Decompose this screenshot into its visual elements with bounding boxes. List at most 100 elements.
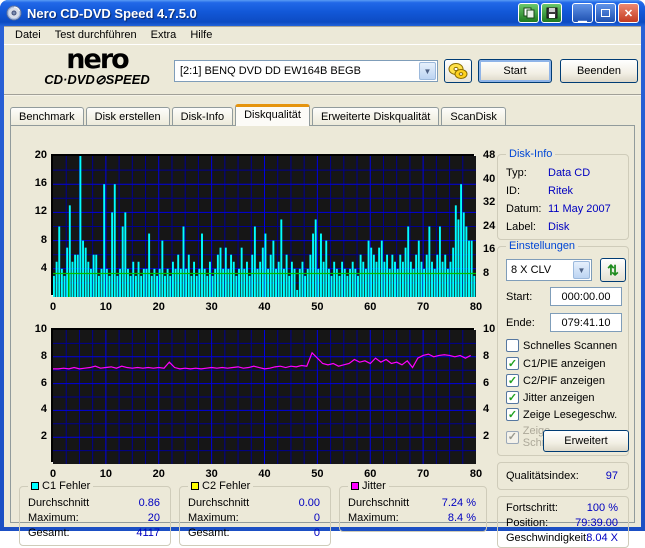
axis-tick-label: 4 <box>40 261 47 274</box>
axis-tick-label: 70 <box>417 301 430 313</box>
close-button[interactable]: ✕ <box>618 3 639 23</box>
checkbox-c2-pif-anzeigen[interactable]: ✓ C2/PIF anzeigen <box>506 374 605 387</box>
c2-avg-value: 0.00 <box>298 497 320 509</box>
start-button[interactable]: Start <box>478 59 552 83</box>
checkbox-c1-pie-anzeigen[interactable]: ✓ C1/PIE anzeigen <box>506 357 606 370</box>
disk-label-label: Label: <box>506 221 536 233</box>
tab-scandisk[interactable]: ScanDisk <box>441 107 506 126</box>
header: nero CD·DVD⊘SPEED [2:1] BENQ DVD DD EW16… <box>4 46 641 96</box>
axis-tick-label: 20 <box>34 149 47 161</box>
axis-tick-label: 8 <box>40 349 47 362</box>
disk-typ-label: Typ: <box>506 167 527 179</box>
jitter-legend-swatch <box>351 482 359 490</box>
axis-tick-label: 0 <box>49 468 57 480</box>
minimize-button[interactable]: ▁ <box>572 3 593 23</box>
tab-diskqualitaet[interactable]: Diskqualität <box>235 104 310 126</box>
c1-max-value: 20 <box>147 512 160 524</box>
refresh-button[interactable]: ⇅ <box>600 258 626 282</box>
axis-tick-label: 0 <box>49 301 57 313</box>
axis-tick-label: 80 <box>469 301 483 313</box>
jitter-stats-title: Jitter <box>362 480 386 492</box>
tab-disk-erstellen[interactable]: Disk erstellen <box>85 107 170 126</box>
refresh-icon: ⇅ <box>607 261 619 278</box>
title-bar[interactable]: Nero CD-DVD Speed 4.7.5.0 ▁ ✕ <box>0 0 645 26</box>
checkbox-label: Zeige Lesegeschw. <box>523 408 618 421</box>
copy-icon <box>523 7 534 19</box>
axis-tick-label: 10 <box>99 301 112 313</box>
client-area: Datei Test durchführen Extra Hilfe nero … <box>4 26 641 548</box>
axis-tick-label: 50 <box>311 301 324 313</box>
checkbox-icon[interactable]: ✓ <box>506 374 519 387</box>
save-button[interactable] <box>541 3 562 23</box>
disk-id-label: ID: <box>506 185 521 197</box>
axis-tick-label: 10 <box>99 468 112 480</box>
start-time-field[interactable] <box>550 287 622 306</box>
jitter-avg-label: Durchschnitt <box>348 497 410 509</box>
checkbox-label: C2/PIF anzeigen <box>523 374 605 387</box>
advanced-button[interactable]: Erweitert <box>543 430 629 452</box>
nero-logo: nero CD·DVD⊘SPEED <box>22 46 172 88</box>
drive-selector[interactable]: [2:1] BENQ DVD DD EW164B BEGB ▼ <box>174 60 438 82</box>
axis-tick-label: 30 <box>205 301 218 313</box>
menu-hilfe[interactable]: Hilfe <box>183 27 219 43</box>
checkbox-icon[interactable]: ✓ <box>506 408 519 421</box>
c1-error-chart: 20 16 12 8 4 48 40 32 24 16 8 0 10 20 30 40 50 60 70 80 <box>13 148 496 314</box>
axis-tick-label: 20 <box>152 301 165 313</box>
axis-tick-label: 40 <box>258 301 271 313</box>
c2-max-label: Maximum: <box>188 512 239 524</box>
start-button-label: Start <box>503 65 527 77</box>
end-time-field[interactable] <box>550 313 622 332</box>
chevron-down-icon[interactable]: ▼ <box>419 62 436 80</box>
end-time-label: Ende: <box>506 317 535 329</box>
tab-disk-info[interactable]: Disk-Info <box>171 107 234 126</box>
close-icon: ✕ <box>623 7 634 20</box>
window-title: Nero CD-DVD Speed 4.7.5.0 <box>27 5 197 21</box>
checkbox-schnelles-scannen[interactable]: Schnelles Scannen <box>506 339 617 352</box>
settings-title: Einstellungen <box>506 240 579 252</box>
chevron-down-icon[interactable]: ▼ <box>573 261 590 279</box>
axis-tick-label: 8 <box>40 233 47 246</box>
c1-total-value: 4117 <box>136 527 160 539</box>
maximize-button[interactable] <box>595 3 616 23</box>
axis-tick-label: 2 <box>40 430 47 443</box>
axis-tick-label: 30 <box>205 468 218 480</box>
eject-disc-button[interactable] <box>444 59 472 83</box>
axis-tick-label: 4 <box>40 403 47 416</box>
minimize-icon: ▁ <box>578 11 587 23</box>
axis-tick-label: 70 <box>417 468 430 480</box>
tab-erweiterte-diskqualitaet[interactable]: Erweiterte Diskqualität <box>311 107 440 126</box>
c2-error-stats-box: C2 Fehler Durchschnitt 0.00 Maximum: 0 G… <box>179 480 331 546</box>
checkbox-icon[interactable]: ✓ <box>506 357 519 370</box>
c1-total-label: Gesamt: <box>28 527 70 539</box>
speed-selector-value: 8 X CLV <box>511 264 552 276</box>
speed-selector[interactable]: 8 X CLV ▼ <box>506 259 592 281</box>
maximize-icon <box>601 9 610 17</box>
menu-datei[interactable]: Datei <box>8 27 48 43</box>
axis-tick-label: 60 <box>364 468 377 480</box>
disk-typ-value: Data CD <box>548 167 591 179</box>
quality-index-box: Qualitätsindex: 97 <box>497 462 629 490</box>
position-value: 79:39.00 <box>575 517 618 529</box>
menu-extra[interactable]: Extra <box>144 27 184 43</box>
menu-test-durchfuehren[interactable]: Test durchführen <box>48 27 144 43</box>
menu-bar: Datei Test durchführen Extra Hilfe <box>4 26 641 45</box>
checkbox-jitter-anzeigen[interactable]: ✓ Jitter anzeigen <box>506 391 595 404</box>
copy-chart-button[interactable] <box>518 3 539 23</box>
cd-dvd-speed-logo-text: CD·DVD⊘SPEED <box>44 72 150 87</box>
c2-stats-title: C2 Fehler <box>202 480 251 492</box>
quit-button[interactable]: Beenden <box>560 59 638 83</box>
save-icon <box>546 7 557 19</box>
checkbox-icon: ✓ <box>506 430 519 444</box>
advanced-button-label: Erweitert <box>564 435 608 447</box>
checkbox-label: Jitter anzeigen <box>523 391 595 404</box>
disc-icon <box>448 63 468 79</box>
checkbox-icon[interactable]: ✓ <box>506 391 519 404</box>
axis-tick-label: 20 <box>152 468 165 480</box>
checkbox-icon[interactable] <box>506 339 519 352</box>
c1-stats-title: C1 Fehler <box>42 480 91 492</box>
c1-error-stats-box: C1 Fehler Durchschnitt 0.86 Maximum: 20 … <box>19 480 171 546</box>
diskqualitaet-tab-page: 20 16 12 8 4 48 40 32 24 16 8 0 10 20 30 40 50 60 70 80 10 8… <box>10 125 635 548</box>
checkbox-zeige-lesegeschw[interactable]: ✓ Zeige Lesegeschw. <box>506 408 617 421</box>
c1-error-plot-area <box>51 154 476 297</box>
tab-benchmark[interactable]: Benchmark <box>10 107 84 126</box>
